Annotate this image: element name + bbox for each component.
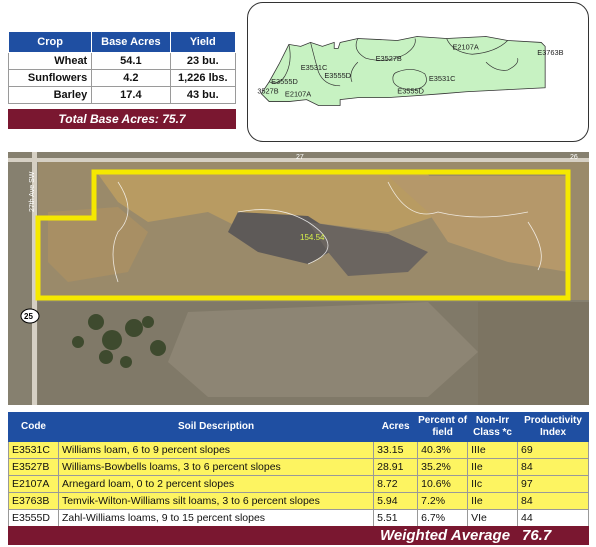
soil-map-drawing: E2107A E3763B E3527B E3531C E3531C E3555…	[257, 36, 564, 106]
soil-row: E3531C Williams loam, 6 to 9 percent slo…	[8, 441, 589, 459]
crop-name: Wheat	[7, 52, 93, 70]
soil-map-label: E3763B	[537, 48, 563, 57]
soil-map-label: E3527B	[376, 54, 402, 63]
aerial-drawing: 154.54 27 26 27th Ave SW 25	[8, 152, 589, 405]
soil-acres: 8.72	[373, 475, 419, 493]
soil-map-label: E3531C	[429, 74, 456, 83]
soil-class: IIIe	[467, 441, 518, 459]
soil-description: Temvik-Wilton-Williams silt loams, 3 to …	[57, 492, 375, 510]
base-acres-header: Base Acres	[91, 31, 171, 53]
class-header: Non-Irr Class *c	[467, 412, 518, 442]
soil-map-label: E2107A	[453, 42, 479, 51]
crop-base-acres: 17.4	[91, 86, 171, 104]
description-header: Soil Description	[57, 412, 375, 442]
code-header: Code	[8, 412, 59, 442]
soil-percent: 35.2%	[417, 458, 469, 476]
crop-name: Sunflowers	[7, 69, 93, 87]
highway-shield-icon: 25	[20, 308, 40, 324]
road-label: 27th Ave SW	[29, 171, 36, 212]
yield-header: Yield	[169, 31, 237, 53]
acres-header: Acres	[373, 412, 419, 442]
soil-class: IIe	[467, 492, 518, 510]
soil-code: E3531C	[8, 441, 59, 459]
soil-index: 84	[517, 458, 589, 476]
crop-row: Wheat 54.1 23 bu.	[7, 52, 237, 70]
soil-percent: 10.6%	[417, 475, 469, 493]
soil-index: 84	[517, 492, 589, 510]
soil-class: IIe	[467, 458, 518, 476]
soil-acres: 28.91	[373, 458, 419, 476]
crop-row: Barley 17.4 43 bu.	[7, 86, 237, 104]
soil-code: E3527B	[8, 458, 59, 476]
road-label: 26	[570, 154, 578, 161]
soil-description: Williams-Bowbells loams, 3 to 6 percent …	[57, 458, 375, 476]
soil-map-label: E3555D	[397, 87, 424, 96]
crop-yield: 43 bu.	[169, 86, 237, 104]
weighted-average-bar: Weighted Average 76.7	[8, 526, 589, 545]
crop-header: Crop	[7, 31, 93, 53]
total-base-acres-label: Total Base Acres:	[58, 112, 159, 126]
soil-row: E2107A Arnegard loam, 0 to 2 percent slo…	[8, 475, 589, 493]
index-header: Productivity Index	[517, 412, 589, 442]
soil-map-label: E3555D	[271, 77, 298, 86]
soil-percent: 6.7%	[417, 509, 469, 527]
soil-map-label: E2107A	[285, 90, 311, 99]
field-acres-label: 154.54	[300, 233, 325, 242]
crop-name: Barley	[7, 86, 93, 104]
crop-base-acres: 54.1	[91, 52, 171, 70]
soil-index: 44	[517, 509, 589, 527]
soil-class: VIe	[467, 509, 518, 527]
soil-description: Zahl-Williams loams, 9 to 15 percent slo…	[57, 509, 375, 527]
crop-base-acres: 4.2	[91, 69, 171, 87]
soil-acres: 5.51	[373, 509, 419, 527]
soil-row: E3527B Williams-Bowbells loams, 3 to 6 p…	[8, 458, 589, 476]
crop-table: Crop Base Acres Yield Wheat 54.1 23 bu. …	[7, 31, 237, 104]
soil-description: Arnegard loam, 0 to 2 percent slopes	[57, 475, 375, 493]
soil-code: E3763B	[8, 492, 59, 510]
soil-row: E3763B Temvik-Wilton-Williams silt loams…	[8, 492, 589, 510]
soil-map-label: 3527B	[257, 87, 278, 96]
highway-shield-number: 25	[24, 312, 33, 321]
crop-row: Sunflowers 4.2 1,226 lbs.	[7, 69, 237, 87]
soil-acres: 5.94	[373, 492, 419, 510]
aerial-photo: 154.54 27 26 27th Ave SW 25	[8, 152, 589, 405]
soil-map-label: E3555D	[324, 71, 351, 80]
percent-header: Percent of field	[417, 412, 469, 442]
crop-yield: 23 bu.	[169, 52, 237, 70]
soil-class: IIc	[467, 475, 518, 493]
soil-percent: 7.2%	[417, 492, 469, 510]
soil-map: E2107A E3763B E3527B E3531C E3531C E3555…	[247, 2, 589, 142]
soil-row: E3555D Zahl-Williams loams, 9 to 15 perc…	[8, 509, 589, 527]
soil-code: E2107A	[8, 475, 59, 493]
soil-table-header: Code Soil Description Acres Percent of f…	[8, 412, 589, 442]
total-base-acres: Total Base Acres: 75.7	[8, 109, 236, 129]
soil-index: 97	[517, 475, 589, 493]
weighted-average-value: 76.7	[522, 527, 552, 544]
total-base-acres-value: 75.7	[162, 112, 186, 126]
crop-yield: 1,226 lbs.	[169, 69, 237, 87]
soil-index: 69	[517, 441, 589, 459]
soil-acres: 33.15	[373, 441, 419, 459]
soil-percent: 40.3%	[417, 441, 469, 459]
crop-table-header: Crop Base Acres Yield	[7, 31, 237, 53]
road-label: 27	[296, 154, 304, 161]
soil-table: Code Soil Description Acres Percent of f…	[8, 412, 589, 527]
weighted-average-label: Weighted Average	[380, 527, 511, 544]
soil-description: Williams loam, 6 to 9 percent slopes	[57, 441, 375, 459]
soil-code: E3555D	[8, 509, 59, 527]
